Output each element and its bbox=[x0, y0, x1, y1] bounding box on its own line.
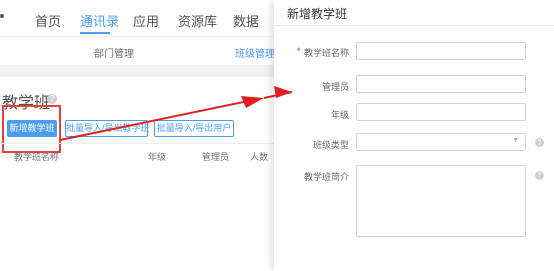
label-class-type: 班级类型 bbox=[312, 140, 349, 150]
label-class-name: 教学班名称 bbox=[303, 48, 349, 58]
label-class-intro: 教学班简介 bbox=[303, 172, 349, 182]
screen: 首页 通讯录 应用 资源库 数据 部门管理 班级管理 教学班 ? 新增教学班 批… bbox=[0, 0, 554, 271]
class-type-select[interactable]: ▼ bbox=[356, 133, 526, 151]
drawer-divider bbox=[274, 25, 554, 26]
class-name-input[interactable] bbox=[356, 42, 526, 60]
grade-input[interactable] bbox=[356, 103, 526, 121]
label-grade: 年级 bbox=[330, 110, 349, 120]
admin-input[interactable] bbox=[356, 75, 526, 93]
add-class-drawer: 新增教学班 * 教学班名称 管理员 年级 班级类型 ▼ ? 教学班简介 ? bbox=[274, 0, 554, 271]
chevron-down-icon: ▼ bbox=[512, 137, 519, 144]
label-admin: 管理员 bbox=[321, 82, 349, 92]
class-intro-textarea[interactable] bbox=[356, 165, 526, 237]
question-circle-icon[interactable]: ? bbox=[535, 138, 544, 147]
drawer-title: 新增教学班 bbox=[287, 7, 348, 21]
question-circle-icon[interactable]: ? bbox=[535, 171, 544, 180]
